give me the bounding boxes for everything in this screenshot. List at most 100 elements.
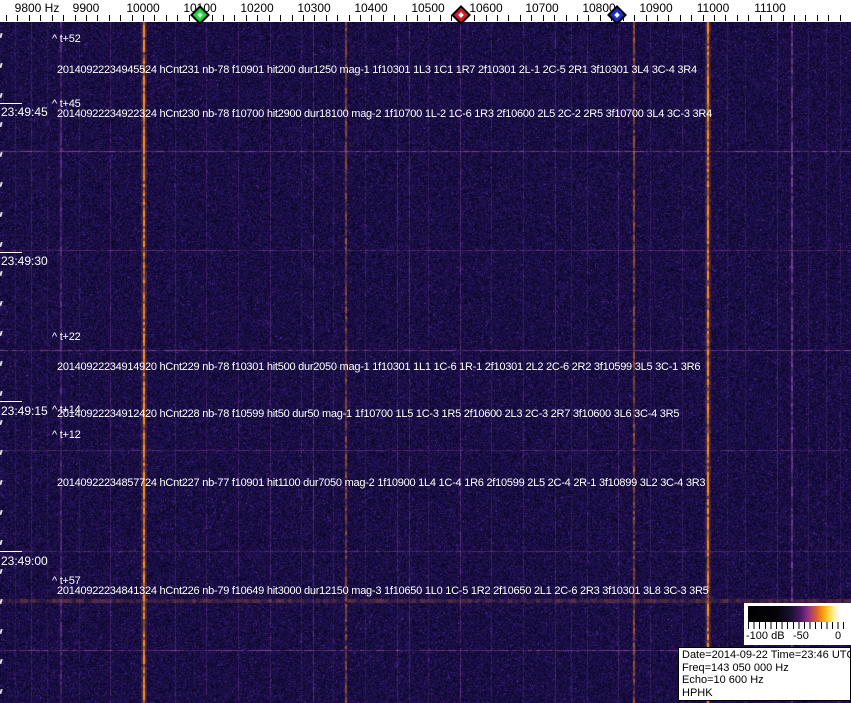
frequency-tick bbox=[714, 15, 716, 21]
frequency-tick bbox=[108, 15, 110, 21]
frequency-axis: 9800 Hz990010000101001020010300104001050… bbox=[0, 0, 851, 25]
frequency-tick bbox=[782, 15, 784, 21]
frequency-tick bbox=[634, 15, 636, 21]
marker-blue-center-dot bbox=[614, 12, 620, 18]
frequency-tick bbox=[302, 15, 304, 21]
detection-log-line: 20140922234857724 hCnt227 nb-77 f10901 h… bbox=[57, 477, 706, 489]
frequency-tick bbox=[656, 15, 658, 21]
frequency-tick bbox=[222, 15, 224, 21]
frequency-tick bbox=[405, 15, 407, 21]
detection-log-line: 20140922234945524 hCnt231 nb-78 f10901 h… bbox=[57, 64, 697, 76]
time-label: 23:49:00 bbox=[1, 554, 48, 568]
marker-green-center-dot bbox=[197, 12, 203, 18]
frequency-tick bbox=[154, 15, 156, 21]
event-time-mark: ^ t+22 bbox=[52, 331, 81, 343]
colorbar-ticks bbox=[748, 622, 845, 629]
colorbar-label: -50 bbox=[793, 630, 809, 642]
info-echo: Echo=10 600 Hz bbox=[682, 674, 764, 687]
colorbar-label: -100 dB bbox=[746, 630, 785, 642]
frequency-label: 10400 bbox=[354, 1, 388, 15]
frequency-label: 9800 Hz bbox=[14, 1, 60, 15]
frequency-tick bbox=[40, 15, 42, 21]
frequency-tick bbox=[508, 15, 510, 21]
frequency-tick bbox=[668, 15, 670, 21]
time-tick bbox=[0, 252, 22, 253]
frequency-tick bbox=[691, 15, 693, 21]
marker-red-center-dot bbox=[458, 12, 464, 18]
frequency-tick bbox=[748, 15, 750, 21]
colorbar-gradient bbox=[748, 606, 844, 622]
frequency-tick bbox=[839, 15, 841, 21]
frequency-tick bbox=[565, 15, 567, 21]
time-tick bbox=[0, 551, 22, 552]
frequency-tick bbox=[805, 15, 807, 21]
frequency-tick bbox=[97, 15, 99, 21]
frequency-tick bbox=[85, 15, 87, 21]
frequency-tick bbox=[394, 15, 396, 21]
info-date-time: Date=2014-09-22 Time=23:46 UTC bbox=[682, 649, 850, 661]
detection-log-line: 20140922234912420 hCnt228 nb-78 f10599 h… bbox=[57, 408, 680, 420]
frequency-tick bbox=[793, 15, 795, 21]
frequency-tick bbox=[325, 15, 327, 21]
detection-log-line: 20140922234914920 hCnt229 nb-78 f10301 h… bbox=[57, 361, 701, 373]
frequency-tick bbox=[497, 15, 499, 21]
frequency-tick bbox=[6, 15, 7, 21]
frequency-label: 9900 bbox=[72, 1, 100, 15]
frequency-tick bbox=[143, 15, 145, 21]
frequency-tick bbox=[17, 15, 19, 21]
frequency-tick bbox=[337, 15, 339, 21]
frequency-label: 10600 bbox=[469, 1, 503, 15]
frequency-tick bbox=[554, 15, 556, 21]
info-box: Date=2014-09-22 Time=23:46 UTC Freq=143 … bbox=[678, 647, 851, 701]
time-label: 23:49:45 bbox=[1, 105, 48, 119]
info-frequency: Freq=143 050 000 Hz bbox=[682, 661, 789, 674]
frequency-tick bbox=[485, 15, 487, 21]
frequency-tick bbox=[348, 15, 350, 21]
frequency-label: 10900 bbox=[639, 1, 673, 15]
frequency-tick bbox=[51, 15, 53, 21]
frequency-tick bbox=[211, 15, 213, 21]
detection-log-line: 20140922234841324 hCnt226 nb-79 f10649 h… bbox=[57, 585, 709, 597]
frequency-tick bbox=[577, 15, 578, 21]
frequency-tick bbox=[382, 15, 384, 21]
frequency-label: 10200 bbox=[240, 1, 274, 15]
colorbar-panel: -100 dB -50 0 bbox=[744, 603, 851, 645]
frequency-label: 11100 bbox=[754, 1, 786, 15]
frequency-tick bbox=[816, 15, 818, 21]
frequency-tick bbox=[234, 15, 236, 21]
frequency-tick bbox=[645, 15, 647, 21]
frequency-tick bbox=[188, 15, 190, 21]
frequency-tick bbox=[131, 15, 133, 21]
colorbar-label: 0 bbox=[835, 630, 842, 642]
frequency-tick bbox=[599, 15, 601, 21]
frequency-tick bbox=[280, 15, 282, 21]
time-label: 23:49:15 bbox=[1, 404, 48, 418]
frequency-tick bbox=[439, 15, 441, 21]
frequency-tick bbox=[588, 15, 590, 21]
frequency-label: 10700 bbox=[525, 1, 559, 15]
frequency-tick bbox=[725, 15, 727, 21]
frequency-tick bbox=[371, 15, 373, 21]
frequency-label: 11000 bbox=[696, 1, 730, 15]
event-time-mark: ^ t+52 bbox=[52, 33, 81, 45]
time-label: 23:49:30 bbox=[1, 254, 48, 268]
frequency-tick bbox=[828, 15, 830, 21]
frequency-tick bbox=[291, 15, 293, 21]
frequency-tick bbox=[474, 15, 476, 21]
frequency-tick bbox=[63, 15, 65, 21]
frequency-label: 10000 bbox=[126, 1, 160, 15]
frequency-tick bbox=[428, 15, 430, 21]
frequency-tick bbox=[257, 15, 259, 21]
frequency-tick bbox=[74, 15, 76, 21]
frequency-tick bbox=[360, 15, 362, 21]
event-time-mark: ^ t+12 bbox=[52, 429, 81, 441]
frequency-tick bbox=[679, 15, 681, 21]
marker-red-diamond-icon[interactable] bbox=[451, 5, 471, 25]
spectrogram-window: 9800 Hz990010000101001020010300104001050… bbox=[0, 0, 851, 703]
frequency-tick bbox=[120, 15, 122, 21]
frequency-tick bbox=[417, 15, 419, 21]
frequency-tick bbox=[165, 15, 167, 21]
frequency-tick bbox=[759, 15, 761, 21]
info-station: HPHK bbox=[682, 686, 713, 699]
frequency-tick bbox=[702, 15, 704, 21]
